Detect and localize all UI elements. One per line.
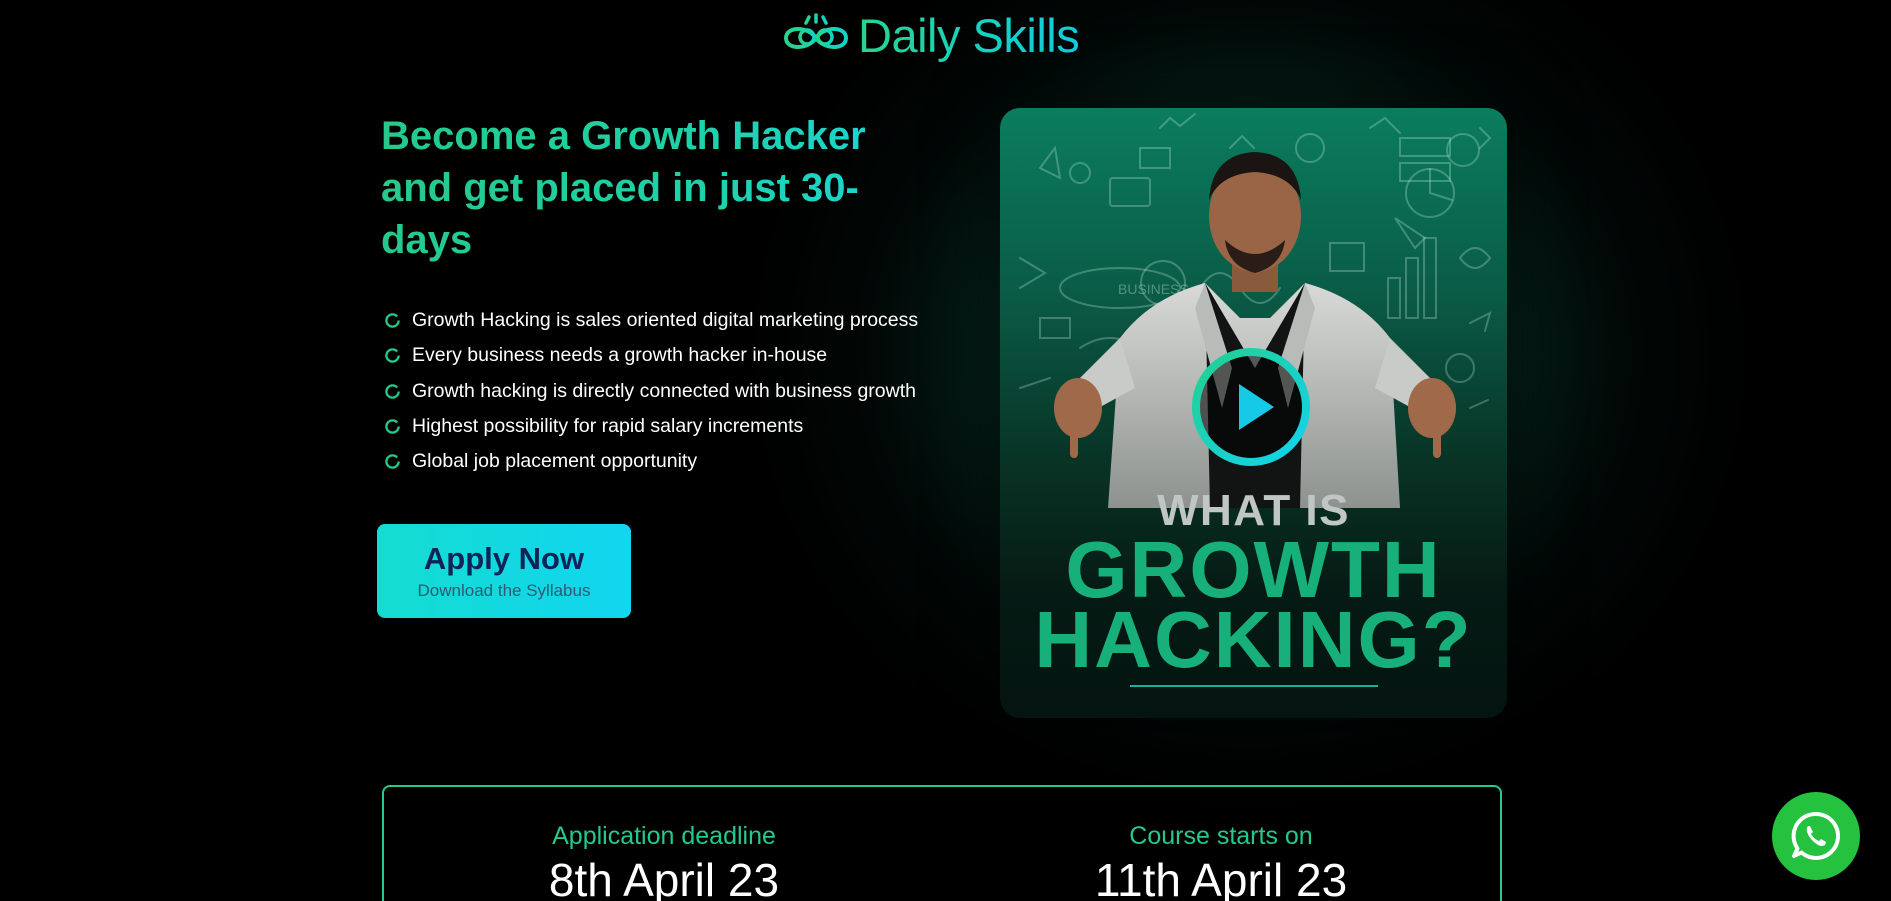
benefit-list: Growth Hacking is sales oriented digital…	[384, 303, 918, 479]
list-item: Growth Hacking is sales oriented digital…	[384, 303, 918, 338]
ring-bullet-icon	[385, 454, 400, 470]
brand-name: Daily Skills	[858, 8, 1080, 62]
brand-logo[interactable]: Daily Skills	[780, 8, 1080, 62]
ring-bullet-icon	[385, 313, 400, 328]
apply-now-label: Apply Now	[423, 541, 585, 576]
start-value: 11th April 23	[1094, 854, 1348, 901]
application-deadline: Application deadline 8th April 23	[464, 821, 864, 901]
ring-bullet-icon	[385, 419, 400, 434]
list-item: Global job placement opportunity	[384, 444, 918, 479]
deadline-label: Application deadline	[552, 822, 776, 850]
hero-headline: Become a Growth Hacker and get placed in…	[381, 110, 941, 266]
play-icon	[1192, 348, 1310, 466]
infinity-logo-icon	[783, 13, 849, 49]
video-title-line3: HACKING?	[1034, 595, 1473, 684]
course-start: Course starts on 11th April 23	[1021, 821, 1421, 901]
play-button[interactable]	[1190, 346, 1312, 468]
video-divider	[1130, 685, 1378, 687]
deadline-value: 8th April 23	[548, 854, 780, 901]
dates-panel: Application deadline 8th April 23 Course…	[382, 785, 1502, 901]
benefit-text: Growth hacking is directly connected wit…	[412, 379, 916, 402]
list-item: Highest possibility for rapid salary inc…	[384, 409, 918, 444]
list-item: Every business needs a growth hacker in-…	[384, 338, 918, 373]
start-label: Course starts on	[1129, 822, 1313, 850]
benefit-text: Highest possibility for rapid salary inc…	[412, 415, 804, 438]
whatsapp-button[interactable]	[1772, 792, 1860, 880]
whatsapp-icon	[1791, 811, 1841, 860]
ring-bullet-icon	[385, 348, 400, 364]
list-item: Growth hacking is directly connected wit…	[384, 374, 918, 409]
download-syllabus-label: Download the Syllabus	[417, 581, 591, 600]
ring-bullet-icon	[385, 383, 400, 399]
benefit-text: Global job placement opportunity	[412, 450, 698, 473]
benefit-text: Every business needs a growth hacker in-…	[412, 344, 828, 367]
benefit-text: Growth Hacking is sales oriented digital…	[412, 309, 919, 332]
video-thumbnail[interactable]: BUSINESS WHAT IS GROWTH HACKING?	[1000, 108, 1507, 718]
landing-page: Daily Skills Become a Growth Hacker and …	[0, 0, 1891, 901]
apply-now-button[interactable]: Apply Now Download the Syllabus	[377, 524, 631, 618]
